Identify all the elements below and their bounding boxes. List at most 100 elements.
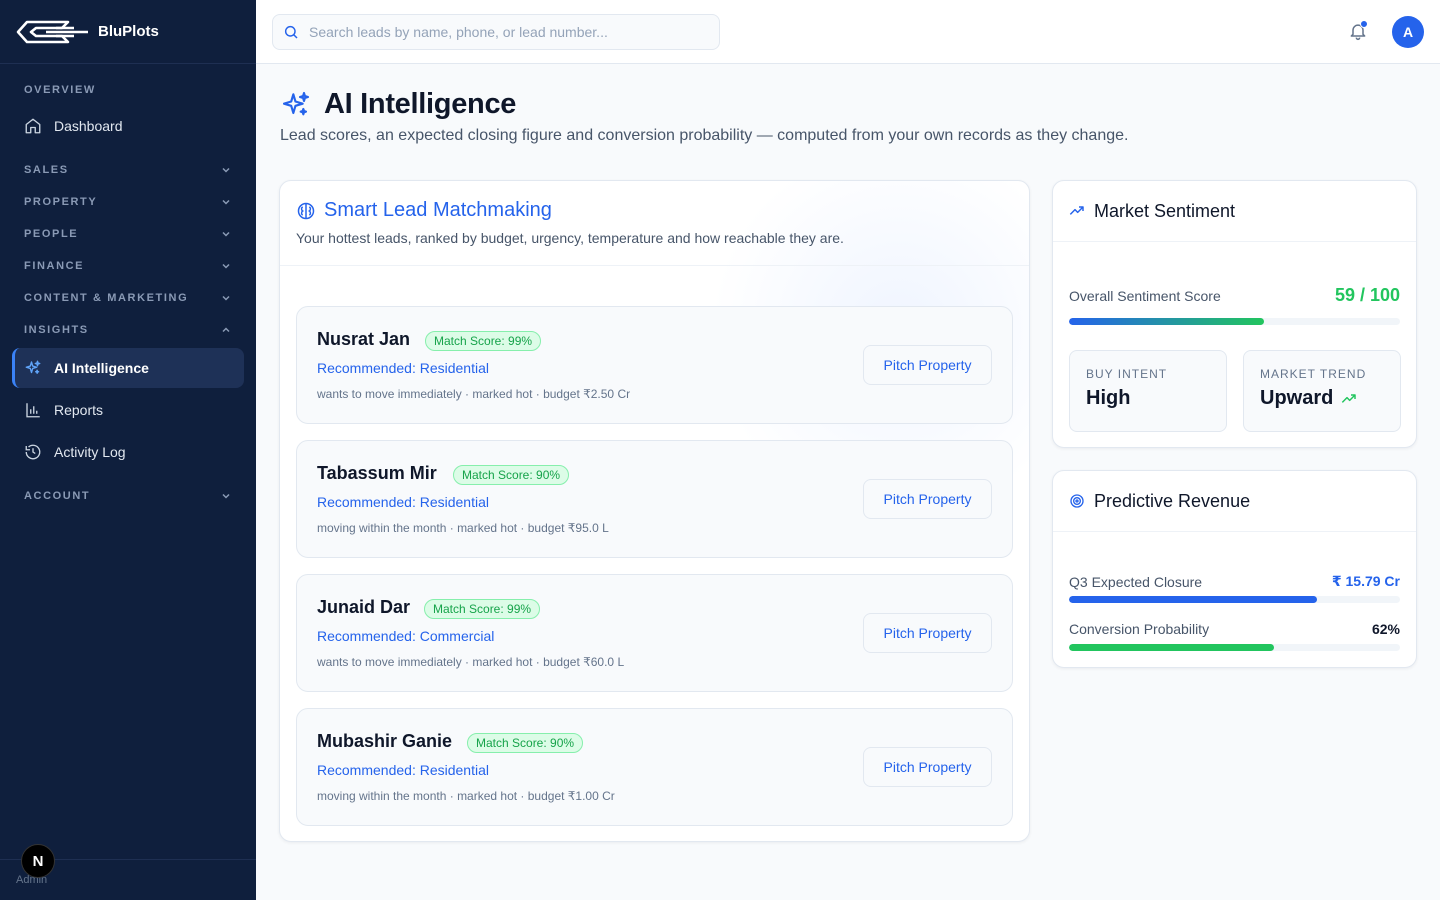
sidebar-item-ai-intelligence[interactable]: AI Intelligence (12, 348, 244, 388)
conversion-row: Conversion Probability 62% (1069, 621, 1400, 637)
match-score-badge: Match Score: 99% (424, 599, 541, 619)
pitch-property-button[interactable]: Pitch Property (863, 613, 992, 653)
lead-meta: wants to move immediately · marked hot ·… (317, 387, 631, 401)
pitch-property-button[interactable]: Pitch Property (863, 479, 992, 519)
sidebar-item-label: Activity Log (54, 444, 126, 460)
chevron-down-icon (222, 199, 230, 205)
search-icon (284, 25, 298, 39)
dev-tools-badge[interactable]: N (21, 844, 55, 878)
lead-matchmaking-card: Smart Lead Matchmaking Your hottest lead… (279, 180, 1030, 842)
lead-name: Tabassum Mir (317, 463, 437, 483)
page-subtitle: Lead scores, an expected closing figure … (280, 127, 1129, 144)
trending-up-icon (1342, 393, 1357, 403)
lead-name: Mubashir Ganie (317, 731, 453, 751)
sentiment-progress-fill (1069, 318, 1265, 325)
avatar[interactable]: A (1392, 16, 1424, 48)
recommended-type: Recommended: Commercial (317, 628, 495, 644)
conversion-progress-fill (1069, 644, 1275, 651)
section-account-label: ACCOUNT (24, 490, 91, 502)
chevron-down-icon (222, 295, 230, 301)
brand[interactable]: BluPlots (0, 0, 256, 64)
chevron-up-icon (222, 327, 230, 333)
section-overview-label: OVERVIEW (24, 84, 96, 96)
lead-meta: wants to move immediately · marked hot ·… (317, 655, 625, 669)
closure-progress-fill (1069, 596, 1318, 603)
sentiment-score-row: Overall Sentiment Score 59 / 100 (1069, 285, 1400, 306)
predictive-revenue-card: Predictive Revenue Q3 Expected Closure ₹… (1052, 470, 1417, 668)
section-sales-label: SALES (24, 164, 69, 176)
card-title-text: Smart Lead Matchmaking (324, 199, 552, 221)
section-finance-label: FINANCE (24, 260, 85, 272)
closure-row: Q3 Expected Closure ₹ 15.79 Cr (1069, 573, 1400, 590)
market-trend-value: Upward (1260, 387, 1384, 410)
lead-card: Nusrat Jan Match Score: 99% Recommended:… (296, 306, 1013, 424)
target-icon (1070, 494, 1084, 508)
market-trend-value-text: Upward (1260, 387, 1334, 409)
sidebar-item-label: AI Intelligence (54, 360, 149, 376)
section-property-label: PROPERTY (24, 196, 98, 208)
brain-icon (297, 202, 315, 219)
lead-card: Mubashir Ganie Match Score: 90% Recommen… (296, 708, 1013, 826)
trending-up-icon (1069, 206, 1084, 215)
sidebar-nav: OVERVIEW Dashboard SALES PROPERTY PEOPLE… (0, 64, 256, 512)
section-insights-label: INSIGHTS (24, 324, 89, 336)
section-finance[interactable]: FINANCE (0, 250, 256, 282)
home-icon (25, 118, 41, 134)
top-header: A (256, 0, 1440, 64)
section-sales[interactable]: SALES (0, 154, 256, 186)
conversion-value: 62% (1371, 621, 1400, 637)
card-header: Smart Lead Matchmaking Your hottest lead… (280, 181, 1029, 266)
market-sentiment-card: Market Sentiment Overall Sentiment Score… (1052, 180, 1417, 448)
card-subtitle: Your hottest leads, ranked by budget, ur… (296, 230, 844, 246)
card-header: Predictive Revenue (1053, 471, 1416, 532)
section-property[interactable]: PROPERTY (0, 186, 256, 218)
recommended-type: Recommended: Residential (317, 360, 489, 376)
card-title: Smart Lead Matchmaking (296, 199, 1013, 222)
history-icon (25, 444, 41, 460)
section-people-label: PEOPLE (24, 228, 79, 240)
section-content-marketing-label: CONTENT & MARKETING (24, 292, 189, 304)
sidebar-item-reports[interactable]: Reports (12, 390, 244, 430)
buy-intent-value: High (1086, 387, 1210, 410)
section-people[interactable]: PEOPLE (0, 218, 256, 250)
sidebar: BluPlots OVERVIEW Dashboard SALES PROPER… (0, 0, 256, 900)
search-bar[interactable] (272, 14, 720, 50)
chevron-down-icon (222, 493, 230, 499)
section-content-marketing[interactable]: CONTENT & MARKETING (0, 282, 256, 314)
lead-meta: moving within the month · marked hot · b… (317, 789, 615, 803)
page-title: AI Intelligence (324, 88, 517, 120)
section-insights[interactable]: INSIGHTS (0, 314, 256, 346)
sidebar-item-activity-log[interactable]: Activity Log (12, 432, 244, 472)
closure-value: ₹ 15.79 Cr (1331, 573, 1400, 589)
chevron-down-icon (222, 263, 230, 269)
sidebar-item-label: Reports (54, 402, 104, 418)
market-trend-tile: MARKET TREND Upward (1243, 350, 1401, 432)
section-account[interactable]: ACCOUNT (0, 480, 256, 512)
conversion-label: Conversion Probability (1069, 621, 1210, 637)
closure-label: Q3 Expected Closure (1069, 573, 1203, 590)
match-score-badge: Match Score: 90% (467, 733, 584, 753)
recommended-type: Recommended: Residential (317, 494, 489, 510)
sentiment-score-label: Overall Sentiment Score (1069, 287, 1221, 304)
brand-logo-icon (16, 20, 88, 43)
search-input[interactable] (309, 24, 709, 40)
buy-intent-tile: BUY INTENT High (1069, 350, 1227, 432)
sentiment-score-value: 59 / 100 (1334, 285, 1400, 305)
buy-intent-value-text: High (1086, 387, 1131, 409)
section-overview: OVERVIEW (0, 74, 256, 106)
sidebar-item-label: Dashboard (54, 118, 123, 134)
lead-name: Nusrat Jan (317, 329, 411, 349)
notification-dot (1360, 20, 1368, 28)
card-title: Predictive Revenue (1094, 490, 1251, 511)
market-trend-label: MARKET TREND (1260, 367, 1367, 381)
lead-name: Junaid Dar (317, 597, 411, 617)
pitch-property-button[interactable]: Pitch Property (863, 345, 992, 385)
sparkles-icon (25, 360, 41, 374)
bar-chart-icon (26, 403, 40, 418)
buy-intent-label: BUY INTENT (1086, 367, 1168, 381)
pitch-property-button[interactable]: Pitch Property (863, 747, 992, 787)
sidebar-item-dashboard[interactable]: Dashboard (12, 106, 244, 146)
conversion-progress-track (1069, 644, 1400, 651)
sparkles-icon (282, 91, 310, 115)
recommended-type: Recommended: Residential (317, 762, 489, 778)
